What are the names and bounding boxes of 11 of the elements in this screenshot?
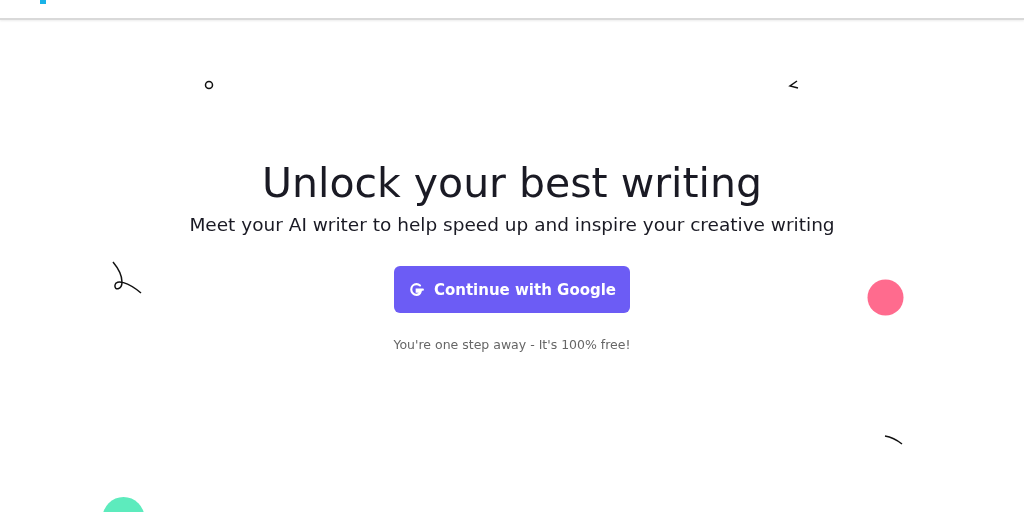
free-note: You're one step away - It's 100% free!	[393, 337, 631, 352]
google-signin-button[interactable]: Continue with Google	[394, 266, 630, 313]
stroke-doodle	[883, 434, 905, 448]
dot-decoration	[102, 496, 145, 512]
hero-title: Unlock your best writing	[262, 158, 762, 209]
hero-subtitle: Meet your AI writer to help speed up and inspire your creative writing	[189, 213, 835, 237]
google-g-icon	[407, 281, 425, 298]
ring-doodle	[204, 80, 214, 90]
dot-decoration	[867, 279, 904, 316]
squiggle-doodle	[110, 260, 144, 296]
logo-icon	[40, 0, 46, 4]
